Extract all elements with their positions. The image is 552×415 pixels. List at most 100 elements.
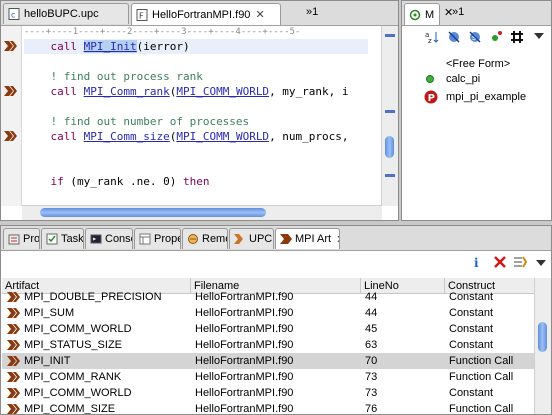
code-token: then [182, 175, 210, 188]
tab-label: helloBUPC.upc [24, 8, 99, 20]
properties-icon [139, 233, 151, 245]
hide-fields-icon[interactable] [446, 30, 462, 46]
code-token: (my_rank .ne. 0) [70, 175, 183, 188]
tab-consol[interactable]: Consol [85, 228, 133, 249]
mpi-artifact-icon [7, 292, 20, 302]
table-cell: MPI_COMM_WORLD [24, 387, 132, 399]
view-menu-icon[interactable] [535, 257, 547, 269]
tab-tasks[interactable]: Tasks [41, 228, 84, 249]
tab-label: M [425, 8, 435, 21]
table-cell: HelloFortranMPI.f90 [195, 307, 294, 319]
code-line[interactable]: call MPI_Comm_size(MPI_COMM_WORLD, num_p… [24, 129, 368, 144]
remove-all-icon[interactable] [493, 255, 507, 269]
mpi-artifact-icon [7, 372, 20, 382]
green-dot-icon [426, 74, 434, 83]
overview-marker[interactable] [385, 34, 395, 37]
code-line[interactable]: if (my_rank .ne. 0) then [24, 174, 368, 189]
code-line[interactable] [24, 144, 368, 159]
hide-local-types-icon[interactable] [509, 30, 525, 46]
editor-panel: c helloBUPC.upc F HelloFortranMPI.f90 ✕ … [0, 0, 399, 221]
vertical-scroll-thumb[interactable] [385, 136, 394, 158]
table-cell: 76 [365, 403, 378, 415]
view-menu-icon[interactable] [531, 30, 547, 46]
horizontal-scrollbar[interactable] [22, 205, 382, 220]
table-row[interactable]: MPI_SUM HelloFortranMPI.f90 44 Constant [2, 305, 534, 321]
info-icon[interactable]: i [471, 255, 483, 269]
code-token: (ierror) [136, 40, 190, 53]
code-token: if [50, 175, 71, 188]
table-cell: HelloFortranMPI.f90 [195, 403, 294, 415]
tab-overflow-button[interactable]: »1 [306, 6, 318, 18]
outline-item-mpi-pi-example[interactable]: P mpi_pi_example [424, 89, 526, 104]
code-line[interactable] [24, 54, 368, 69]
table-row[interactable]: MPI_COMM_RANK HelloFortranMPI.f90 73 Functi… [2, 369, 534, 385]
tab-label: Remot [202, 233, 227, 245]
tab-hellobupc[interactable]: c helloBUPC.upc [3, 3, 129, 24]
hide-nonpublic-icon[interactable] [488, 30, 504, 46]
code-line[interactable]: call MPI_Comm_rank(MPI_COMM_WORLD, my_ra… [24, 84, 368, 99]
tab-proble[interactable]: Proble [3, 228, 40, 249]
tab-label: Consol [105, 233, 132, 245]
tab-proper[interactable]: Proper [134, 228, 181, 249]
svg-text:z: z [428, 37, 432, 44]
tab-mpi-art[interactable]: MPI Art ✕ [275, 228, 340, 249]
outline-item-label: <Free Form> [446, 57, 511, 70]
mpi-marker-icon [4, 86, 17, 96]
table-cell: 63 [365, 339, 378, 351]
table-row[interactable]: MPI_COMM_SIZE HelloFortranMPI.f90 76 Functi… [2, 401, 534, 415]
close-icon[interactable]: ✕ [336, 233, 339, 246]
remote-icon [188, 234, 198, 244]
table-row[interactable]: MPI_COMM_WORLD HelloFortranMPI.f90 45 Const… [2, 321, 534, 337]
sort-az-icon[interactable]: az [424, 30, 440, 46]
tab-upc-ar[interactable]: UPC Ar [229, 228, 274, 249]
table-row[interactable]: MPI_STATUS_SIZE HelloFortranMPI.f90 63 Cons… [2, 337, 534, 353]
table-row[interactable]: MPI_INIT HelloFortranMPI.f90 70 Function Ca… [2, 353, 534, 369]
outline-item-free-form[interactable]: <Free Form> [446, 56, 510, 71]
filter-icon[interactable] [513, 255, 527, 269]
code-line[interactable]: ! find out process rank [24, 69, 368, 84]
overview-marker[interactable] [385, 174, 395, 177]
table-cell: HelloFortranMPI.f90 [195, 355, 294, 367]
table-cell: MPI_INIT [24, 355, 71, 367]
code-token: call [50, 85, 84, 98]
hide-static-icon[interactable]: s [467, 30, 483, 46]
table-cell: Constant [449, 323, 494, 335]
c-file-icon: c [8, 8, 20, 20]
table-cell: MPI_DOUBLE_PRECISION [24, 291, 162, 303]
vertical-scrollbar[interactable] [381, 26, 398, 206]
code-line[interactable]: ! find out number of processes [24, 114, 368, 129]
tab-outline[interactable]: M [404, 3, 440, 25]
table-cell: Function Call [449, 355, 514, 367]
mpi-artifact-icon [7, 340, 20, 350]
table-row[interactable]: MPI_COMM_WORLD HelloFortranMPI.f90 73 Const… [2, 385, 534, 401]
table-row[interactable]: MPI_DOUBLE_PRECISION HelloFortranMPI.f90 4… [2, 289, 534, 305]
code-token: call [50, 40, 84, 53]
table-cell: HelloFortranMPI.f90 [195, 387, 294, 399]
table-cell: Constant [449, 339, 494, 351]
tab-overflow-button[interactable]: »1 [452, 6, 464, 18]
mpi-artifact-icon [7, 404, 20, 414]
table-cell: Function Call [449, 371, 514, 383]
table-vertical-scrollbar[interactable] [534, 278, 551, 414]
outline-icon [409, 9, 421, 20]
fortran-file-icon: F [136, 8, 148, 21]
close-icon[interactable]: ✕ [255, 8, 264, 21]
tab-label: HelloFortranMPI.f90 [152, 8, 251, 21]
tab-remot[interactable]: Remot [182, 228, 228, 249]
mpi-artifact-icon [7, 388, 20, 398]
table-cell: Function Call [449, 403, 514, 415]
table-scroll-thumb[interactable] [538, 322, 547, 352]
code-line[interactable] [24, 159, 368, 174]
code-token: MPI_COMM_WORLD [176, 130, 270, 143]
overview-marker[interactable] [385, 110, 395, 113]
table-cell: HelloFortranMPI.f90 [195, 323, 294, 335]
mpi-marker-icon [4, 131, 17, 141]
code-line[interactable]: call MPI_Init(ierror) [24, 39, 368, 54]
problems-icon [8, 234, 20, 245]
tab-hellofortranmpi[interactable]: F HelloFortranMPI.f90 ✕ [131, 3, 281, 25]
code-area[interactable]: call MPI_Init(ierror) ! find out process… [24, 39, 368, 189]
code-line[interactable] [24, 99, 368, 114]
editor-tabbar: c helloBUPC.upc F HelloFortranMPI.f90 ✕ … [1, 1, 398, 26]
horizontal-scroll-thumb[interactable] [40, 208, 266, 217]
outline-item-calc-pi[interactable]: calc_pi [424, 71, 480, 86]
